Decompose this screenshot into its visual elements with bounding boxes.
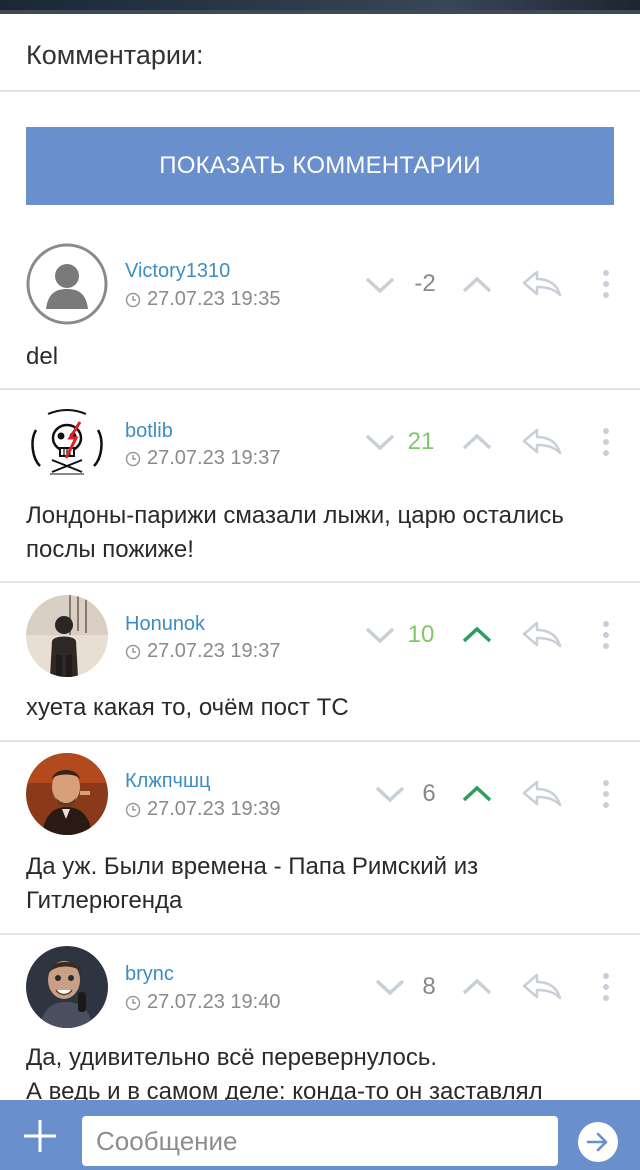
comment-score: 10: [407, 621, 435, 648]
chevron-down-icon: [365, 434, 395, 451]
comment-timestamp: 27.07.23 19:37: [147, 640, 281, 662]
more-options-button[interactable]: [594, 424, 618, 460]
username[interactable]: botlib: [125, 420, 173, 443]
comment-item: Honunok 27.07.23 19:37 10 хуета какая то…: [0, 583, 640, 742]
chevron-up-icon: [462, 276, 492, 293]
upvote-button[interactable]: [459, 620, 495, 650]
avatar[interactable]: [26, 595, 108, 677]
downvote-button[interactable]: [362, 270, 398, 300]
upvote-button[interactable]: [459, 779, 495, 809]
avatar[interactable]: [26, 753, 108, 835]
chevron-up-icon: [462, 626, 492, 643]
comment-time: 27.07.23 19:40: [125, 991, 280, 1014]
send-button[interactable]: [578, 1122, 618, 1162]
reply-arrow-icon: [522, 621, 562, 648]
comment-timestamp: 27.07.23 19:40: [147, 991, 281, 1013]
show-comments-button[interactable]: ПОКАЗАТЬ КОММЕНТАРИИ: [26, 127, 614, 205]
avatar[interactable]: [26, 946, 108, 1028]
downvote-button[interactable]: [362, 620, 398, 650]
reply-arrow-icon: [522, 973, 562, 1000]
arrow-right-icon: [586, 1132, 608, 1152]
comment-item: Victory1310 27.07.23 19:35 -2 del: [0, 222, 640, 390]
comment-item: botlib 27.07.23 19:37 21 Лондоны-парижи …: [0, 390, 640, 583]
clock-icon: [125, 802, 141, 817]
chevron-down-icon: [365, 627, 395, 644]
upvote-button[interactable]: [459, 972, 495, 1002]
avatar[interactable]: [26, 400, 108, 482]
attach-button[interactable]: [22, 1118, 58, 1154]
reply-arrow-icon: [522, 428, 562, 455]
more-vertical-icon: [603, 973, 609, 1001]
caricature-avatar: [26, 946, 108, 1028]
upvote-button[interactable]: [459, 427, 495, 457]
comment-score: 6: [422, 780, 436, 807]
comment-time: 27.07.23 19:35: [125, 288, 280, 311]
more-options-button[interactable]: [594, 266, 618, 302]
comment-text: Лондоны-парижи смазали лыжи, царю остали…: [26, 502, 564, 563]
avatar[interactable]: [26, 243, 108, 325]
comment-score: 21: [407, 428, 435, 455]
username[interactable]: brync: [125, 963, 174, 986]
reply-button[interactable]: [519, 424, 565, 458]
comment-item: brync 27.07.23 19:40 8 Да, удивительно в…: [0, 935, 640, 1100]
clock-icon: [125, 292, 141, 307]
upvote-button[interactable]: [459, 270, 495, 300]
comment-time: 27.07.23 19:39: [125, 798, 280, 821]
reply-button[interactable]: [519, 266, 565, 300]
more-options-button[interactable]: [594, 617, 618, 653]
section-title: Комментарии:: [26, 40, 204, 70]
chevron-down-icon: [365, 277, 395, 294]
top-image-strip: [0, 0, 640, 14]
chevron-up-icon: [462, 978, 492, 995]
downvote-button[interactable]: [372, 972, 408, 1002]
comment-score: -2: [414, 270, 436, 297]
plus-icon: [24, 1120, 56, 1152]
more-options-button[interactable]: [594, 969, 618, 1005]
more-vertical-icon: [603, 428, 609, 456]
comment-text: хуета какая то, очём пост ТС: [26, 694, 349, 721]
comment-text-line: А ведь и в самом деле: конда-то он заста…: [26, 1078, 543, 1100]
message-composer-bar: [0, 1100, 640, 1170]
username[interactable]: Honunok: [125, 613, 205, 636]
reply-arrow-icon: [522, 780, 562, 807]
comment-text: del: [26, 343, 59, 370]
reply-arrow-icon: [522, 270, 562, 297]
chevron-up-icon: [462, 433, 492, 450]
more-options-button[interactable]: [594, 776, 618, 812]
message-input[interactable]: [82, 1116, 558, 1166]
clock-icon: [125, 451, 141, 466]
comment-timestamp: 27.07.23 19:37: [147, 447, 281, 469]
username[interactable]: Victory1310: [125, 260, 230, 283]
clock-icon: [125, 995, 141, 1010]
comment-text-line: Да, удивительно всё перевернулось.: [26, 1044, 437, 1071]
comments-header: Комментарии:: [0, 14, 640, 92]
skull-logo-avatar: [26, 400, 108, 482]
comment-score: 8: [422, 973, 436, 1000]
chevron-down-icon: [375, 979, 405, 996]
reply-button[interactable]: [519, 969, 565, 1003]
photo-avatar: [26, 753, 108, 835]
downvote-button[interactable]: [372, 779, 408, 809]
username[interactable]: Клжпчшц: [125, 770, 210, 793]
photo-avatar: [26, 595, 108, 677]
more-vertical-icon: [603, 780, 609, 808]
more-vertical-icon: [603, 621, 609, 649]
downvote-button[interactable]: [362, 427, 398, 457]
comment-text: Да, удивительно всё перевернулось. А вед…: [26, 1041, 620, 1100]
comment-item: Клжпчшц 27.07.23 19:39 6 Да уж. Были вре…: [0, 742, 640, 935]
more-vertical-icon: [603, 270, 609, 298]
chevron-down-icon: [375, 786, 405, 803]
comment-timestamp: 27.07.23 19:35: [147, 288, 281, 310]
comment-time: 27.07.23 19:37: [125, 640, 280, 663]
default-avatar-icon: [26, 243, 108, 325]
comment-text: Да уж. Были времена - Папа Римский из Ги…: [26, 853, 479, 914]
comment-timestamp: 27.07.23 19:39: [147, 798, 281, 820]
comment-time: 27.07.23 19:37: [125, 447, 280, 470]
chevron-up-icon: [462, 785, 492, 802]
clock-icon: [125, 644, 141, 659]
reply-button[interactable]: [519, 617, 565, 651]
reply-button[interactable]: [519, 776, 565, 810]
